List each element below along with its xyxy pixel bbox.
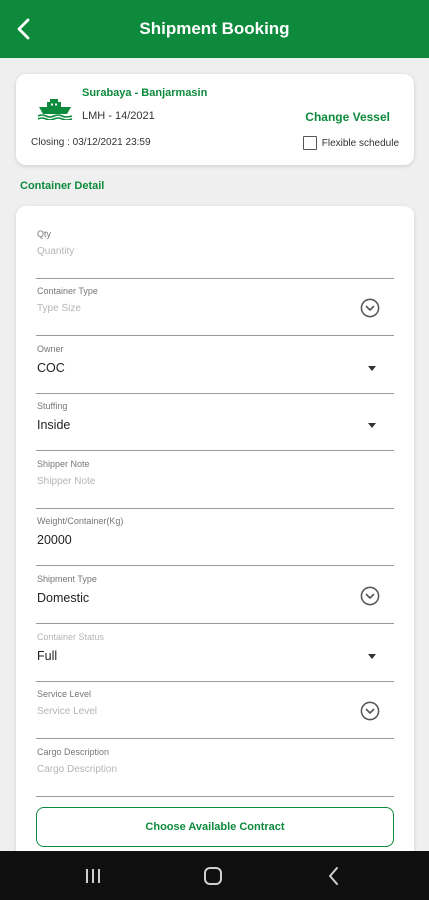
chevron-down-circle-icon[interactable]: [360, 298, 380, 318]
weight-input[interactable]: 20000: [37, 533, 72, 547]
owner-select[interactable]: COC: [37, 361, 65, 375]
route-text: Surabaya - Banjarmasin: [82, 87, 208, 99]
container-type-label: Container Type: [37, 286, 98, 296]
container-detail-heading: Container Detail: [20, 180, 105, 192]
vessel-card: Surabaya - Banjarmasin LMH - 14/2021 Cha…: [16, 74, 414, 165]
container-status-field[interactable]: Container Status Full: [36, 632, 394, 682]
owner-label: Owner: [37, 344, 64, 354]
weight-label: Weight/Container(Kg): [37, 516, 124, 526]
system-nav-bar: [0, 851, 429, 900]
container-type-field[interactable]: Container Type Type Size: [36, 286, 394, 336]
nav-back-icon[interactable]: [322, 864, 346, 888]
ship-icon: [37, 99, 73, 120]
shipment-type-input[interactable]: Domestic: [37, 591, 89, 605]
service-level-field[interactable]: Service Level Service Level: [36, 689, 394, 739]
stuffing-select[interactable]: Inside: [37, 418, 70, 432]
qty-label: Qty: [37, 229, 52, 239]
container-status-select[interactable]: Full: [37, 649, 57, 663]
shipment-type-label: Shipment Type: [37, 574, 97, 584]
shipment-type-field[interactable]: Shipment Type Domestic: [36, 574, 394, 624]
service-level-input[interactable]: Service Level: [37, 706, 97, 717]
cargo-description-label: Cargo Description: [37, 747, 110, 757]
flexible-schedule-checkbox[interactable]: Flexible schedule: [302, 136, 399, 150]
service-level-label: Service Level: [37, 689, 92, 699]
dropdown-arrow-icon[interactable]: [368, 654, 376, 659]
recent-apps-icon[interactable]: [81, 864, 105, 888]
app-bar: Shipment Booking: [0, 0, 429, 58]
stuffing-field[interactable]: Stuffing Inside: [36, 401, 394, 451]
weight-field[interactable]: Weight/Container(Kg) 20000: [36, 516, 394, 566]
dropdown-arrow-icon[interactable]: [368, 423, 376, 428]
flexible-schedule-label: Flexible schedule: [321, 137, 399, 149]
shipper-note-input[interactable]: Shipper Note: [37, 476, 95, 487]
chevron-down-circle-icon[interactable]: [360, 701, 380, 721]
checkbox-icon[interactable]: [302, 136, 317, 150]
home-icon[interactable]: [201, 864, 225, 888]
choose-contract-button[interactable]: Choose Available Contract: [36, 807, 394, 847]
shipper-note-field[interactable]: Shipper Note Shipper Note: [36, 459, 394, 509]
qty-input[interactable]: Quantity: [37, 246, 74, 257]
voyage-text: LMH - 14/2021: [82, 110, 155, 122]
cargo-description-input[interactable]: Cargo Description: [37, 764, 117, 775]
container-type-input[interactable]: Type Size: [37, 303, 81, 314]
container-status-label: Container Status: [37, 632, 105, 642]
chevron-down-circle-icon[interactable]: [360, 586, 380, 606]
stuffing-label: Stuffing: [37, 401, 68, 411]
change-vessel-link[interactable]: Change Vessel: [305, 110, 390, 124]
dropdown-arrow-icon[interactable]: [368, 366, 376, 371]
owner-field[interactable]: Owner COC: [36, 344, 394, 394]
closing-text: Closing : 03/12/2021 23:59: [31, 137, 151, 148]
qty-field[interactable]: Qty Quantity: [36, 229, 394, 279]
cargo-description-field[interactable]: Cargo Description Cargo Description: [36, 747, 394, 797]
page-title: Shipment Booking: [139, 19, 290, 38]
container-detail-form: Qty Quantity Container Type Type Size Ow…: [16, 206, 414, 866]
shipper-note-label: Shipper Note: [37, 459, 90, 469]
